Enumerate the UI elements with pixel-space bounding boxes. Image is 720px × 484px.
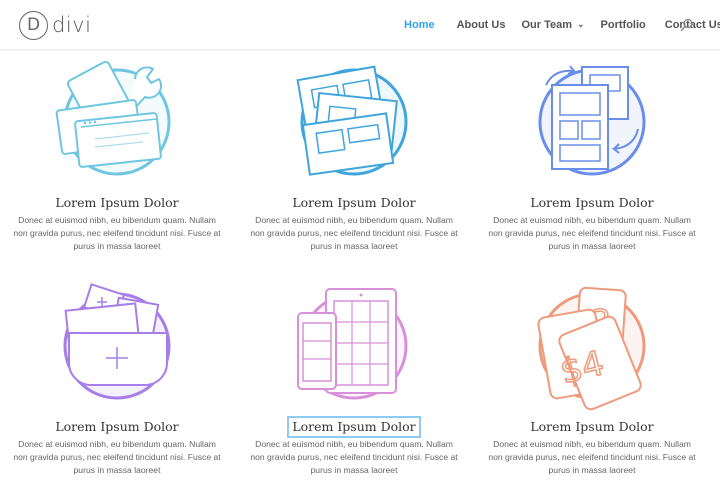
card-title: Lorem Ipsum Dolor — [530, 419, 654, 434]
nav-about-us[interactable]: About Us — [457, 18, 506, 32]
nav-home[interactable]: Home — [404, 18, 435, 32]
nav-our-team[interactable]: Our Team ⌄ — [521, 18, 584, 32]
tablet-phone-icon — [297, 288, 408, 400]
logo-mark: D — [19, 10, 48, 40]
card-title: Lorem Ipsum Dolor — [55, 195, 179, 210]
search-icon[interactable] — [680, 18, 694, 32]
card-title: Lorem Ipsum Dolor — [55, 419, 179, 434]
card-description: Donec at euismod nibh, eu bibendum quam.… — [250, 439, 458, 475]
feature-card: Lorem Ipsum Dolor Donec at euismod nibh,… — [7, 283, 227, 477]
feature-card: Lorem Ipsum Dolor Donec at euismod nibh,… — [244, 283, 464, 477]
browser-tools-icon — [55, 60, 171, 176]
card-description: Donec at euismod nibh, eu bibendum quam.… — [13, 215, 221, 251]
card-description: Donec at euismod nibh, eu bibendum quam.… — [13, 439, 221, 475]
card-title: Lorem Ipsum Dolor — [292, 195, 416, 210]
card-description: Donec at euismod nibh, eu bibendum quam.… — [488, 439, 696, 475]
pricing-cards-icon: 2 $4 — [537, 286, 646, 411]
site-logo[interactable]: D divi — [19, 10, 91, 40]
nav-portfolio[interactable]: Portfolio — [601, 18, 646, 32]
card-description: Donec at euismod nibh, eu bibendum quam.… — [250, 215, 458, 251]
logo-letter: D — [26, 14, 41, 35]
sync-pages-icon — [538, 65, 646, 176]
chevron-down-icon: ⌄ — [576, 19, 585, 29]
card-title: Lorem Ipsum Dolor — [530, 195, 654, 210]
layout-stack-icon — [296, 65, 408, 176]
feature-card: Lorem Ipsum Dolor Donec at euismod nibh,… — [482, 59, 702, 253]
nav-our-team-label: Our Team — [521, 19, 572, 31]
site-header: D divi Home About Us Our Team ⌄ Portfolio… — [0, 0, 720, 50]
main-nav: Home About Us Our Team ⌄ Portfolio Contac… — [404, 18, 720, 32]
card-description: Donec at euismod nibh, eu bibendum quam.… — [488, 215, 696, 251]
feature-card: 2 $4 Lorem Ipsum Dolor Donec at euismod … — [482, 283, 702, 477]
card-title[interactable]: Lorem Ipsum Dolor — [287, 416, 421, 438]
folder-icon — [63, 283, 171, 400]
feature-card: Lorem Ipsum Dolor Donec at euismod nibh,… — [244, 59, 464, 253]
feature-grid: Lorem Ipsum Dolor Donec at euismod nibh,… — [0, 50, 720, 484]
logo-text: divi — [52, 12, 92, 37]
feature-card: Lorem Ipsum Dolor Donec at euismod nibh,… — [7, 59, 227, 253]
